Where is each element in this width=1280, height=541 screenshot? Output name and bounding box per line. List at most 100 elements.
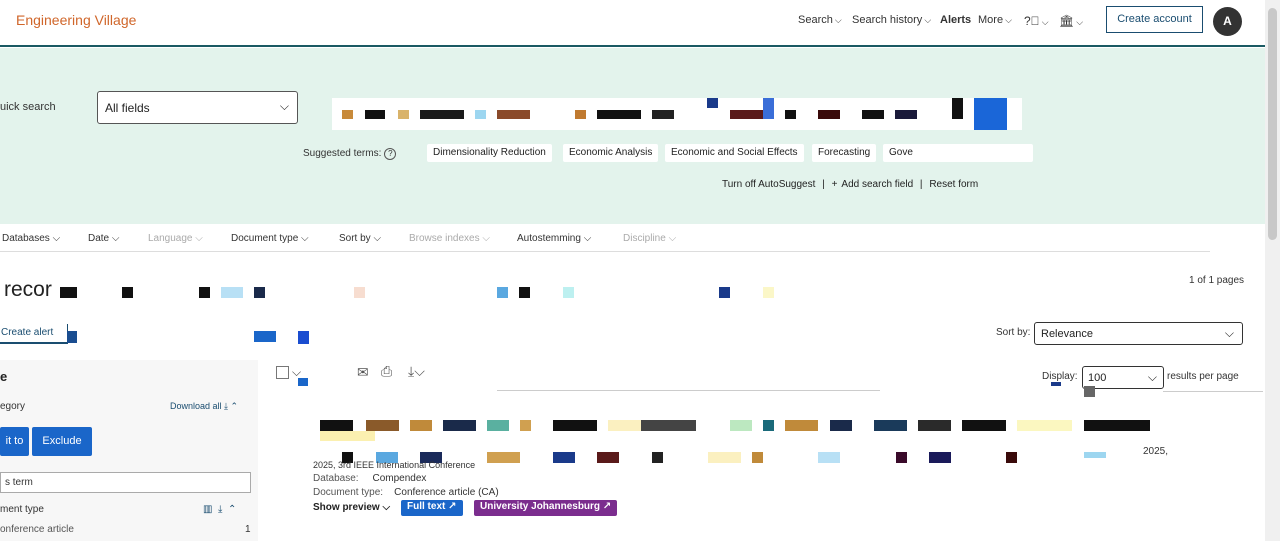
- plus-icon: +: [831, 179, 838, 190]
- suggestion-chip[interactable]: Economic Analysis: [563, 144, 659, 162]
- scrollbar[interactable]: [1265, 0, 1280, 541]
- suggestion-chip-label: Gove: [889, 147, 913, 158]
- facet-conference-article[interactable]: onference article: [0, 524, 74, 535]
- filter-autostemming[interactable]: Autostemming ⌵: [517, 233, 591, 244]
- engineering-village-logo[interactable]: Engineering Village: [16, 12, 136, 28]
- records-heading: recor: [4, 278, 52, 301]
- filter-browse-indexes: Browse indexes ⌵: [409, 233, 490, 244]
- nav-search-label: Search: [798, 14, 833, 26]
- turn-off-autosuggest-link[interactable]: Turn off AutoSuggest: [722, 179, 815, 190]
- external-link-icon: ↗: [602, 501, 612, 512]
- scroll-thumb[interactable]: [1268, 8, 1277, 240]
- nav-search[interactable]: Search ⌵: [798, 14, 842, 26]
- email-icon[interactable]: ✉: [357, 364, 369, 381]
- download-icon[interactable]: ⤓⌵: [408, 363, 425, 380]
- result-conference: 2025, 3rd IEEE International Conference: [313, 460, 476, 470]
- external-link-icon: ↗: [448, 501, 457, 512]
- suggestion-chip[interactable]: Gove: [883, 144, 1033, 162]
- avatar[interactable]: A: [1213, 7, 1242, 36]
- chevron-down-icon: ⌵: [52, 233, 61, 244]
- show-preview-link[interactable]: Show preview ⌵: [313, 502, 390, 513]
- divider: |: [822, 179, 825, 190]
- filter-document-type[interactable]: Document type ⌵: [231, 233, 309, 244]
- facet-count: 1: [245, 524, 251, 535]
- chevron-down-icon: ⌵: [583, 233, 592, 244]
- full-text-label: Full text: [407, 501, 446, 512]
- suggestion-chip[interactable]: Forecasting: [812, 144, 877, 162]
- nav-search-history[interactable]: Search history ⌵: [852, 14, 931, 26]
- add-search-field-link[interactable]: Add search field: [841, 179, 913, 190]
- university-label: University Johannesburg: [480, 501, 601, 512]
- refine-title: e: [0, 369, 8, 384]
- filter-date[interactable]: Date ⌵: [88, 233, 120, 244]
- result-document-type: Document type: Conference article (CA): [313, 487, 499, 498]
- help-icon[interactable]: ?⃝ ⌵: [1024, 14, 1049, 28]
- filter-label: Autostemming: [517, 233, 581, 244]
- result-database: Database: Compendex: [313, 473, 426, 484]
- nav-more-label: More: [978, 14, 1004, 26]
- chevron-down-icon: ⌵: [301, 233, 309, 244]
- filter-label: Discipline: [623, 233, 666, 244]
- nav-more[interactable]: More ⌵: [978, 14, 1012, 26]
- sort-by-value: Relevance: [1041, 328, 1093, 340]
- help-icon[interactable]: ?: [384, 148, 397, 160]
- chevron-down-icon: ⌵: [1147, 370, 1157, 384]
- university-link-button[interactable]: University Johannesburg ↗: [474, 500, 618, 516]
- exclude-button[interactable]: Exclude: [32, 427, 92, 456]
- institution-icon[interactable]: 🏛 ⌵: [1059, 14, 1083, 28]
- filter-label: Sort by: [339, 233, 371, 244]
- filter-label: Document type: [231, 233, 299, 244]
- create-account-button[interactable]: Create account: [1106, 6, 1203, 33]
- sort-by-label: Sort by:: [996, 327, 1031, 338]
- document-type-facet: ment type: [0, 504, 44, 515]
- filter-discipline: Discipline ⌵: [623, 233, 676, 244]
- suggested-terms-text: Suggested terms:: [303, 148, 382, 159]
- doctype-label: Document type:: [313, 487, 384, 498]
- chevron-down-icon: ⌵: [382, 502, 391, 513]
- refine-term-input[interactable]: s term: [0, 472, 251, 493]
- search-form-area: uick search All fields ⌵ Suggested terms…: [0, 48, 1265, 224]
- quick-search-label: uick search: [0, 101, 56, 113]
- filter-label: Date: [88, 233, 110, 244]
- divider: [1163, 391, 1263, 392]
- full-text-button[interactable]: Full text ↗: [401, 500, 463, 516]
- chevron-down-icon: ⌵: [482, 233, 490, 244]
- search-query-input[interactable]: [332, 98, 1022, 130]
- filter-label: Databases: [2, 233, 50, 244]
- print-icon[interactable]: ⎙: [381, 363, 392, 380]
- database-label: Database:: [313, 473, 359, 484]
- chevron-up-icon[interactable]: ⌃: [231, 401, 239, 411]
- chart-icon[interactable]: ▥: [203, 504, 212, 515]
- display-count-value: 100: [1088, 372, 1107, 384]
- sort-by-select[interactable]: Relevance ⌵: [1034, 322, 1243, 345]
- nav-history-label: Search history: [852, 14, 923, 26]
- chevron-down-icon: ⌵: [111, 233, 120, 244]
- chevron-down-icon: ⌵: [195, 233, 203, 244]
- suggestion-chip[interactable]: Economic and Social Effects: [665, 144, 804, 162]
- filter-databases[interactable]: Databases ⌵: [2, 233, 60, 244]
- doctype-value: Conference article (CA): [394, 487, 499, 498]
- filter-sort-by[interactable]: Sort by ⌵: [339, 233, 381, 244]
- chevron-down-icon: ⌵: [1224, 326, 1234, 340]
- nav-alerts[interactable]: Alerts: [940, 14, 971, 26]
- refine-panel: e egory Download all ⤓ ⌃ it to Exclude s…: [0, 360, 258, 541]
- category-label: egory: [0, 401, 26, 412]
- download-icon: ⤓: [224, 401, 229, 411]
- database-value: Compendex: [372, 473, 427, 484]
- download-all-label: Download all: [170, 401, 222, 411]
- suggestion-chip[interactable]: Dimensionality Reduction: [427, 144, 552, 162]
- download-all-link[interactable]: Download all ⤓ ⌃: [170, 401, 238, 412]
- filter-label: Browse indexes: [409, 233, 480, 244]
- search-field-select[interactable]: All fields ⌵: [97, 91, 298, 124]
- limit-to-button[interactable]: it to: [0, 427, 29, 456]
- download-icon[interactable]: ⤓: [218, 504, 222, 515]
- result-year: 2025,: [1143, 446, 1169, 457]
- select-all-checkbox[interactable]: [276, 366, 289, 379]
- show-preview-label: Show preview: [313, 502, 380, 513]
- results-per-page-label: results per page: [1167, 371, 1239, 382]
- create-alert-button[interactable]: Create alert: [0, 324, 68, 344]
- chevron-down-icon: ⌵: [279, 99, 289, 113]
- reset-form-link[interactable]: Reset form: [929, 179, 978, 190]
- chevron-up-icon[interactable]: ⌃: [228, 504, 236, 515]
- filter-bar: Databases ⌵ Date ⌵ Language ⌵ Document t…: [0, 231, 1210, 252]
